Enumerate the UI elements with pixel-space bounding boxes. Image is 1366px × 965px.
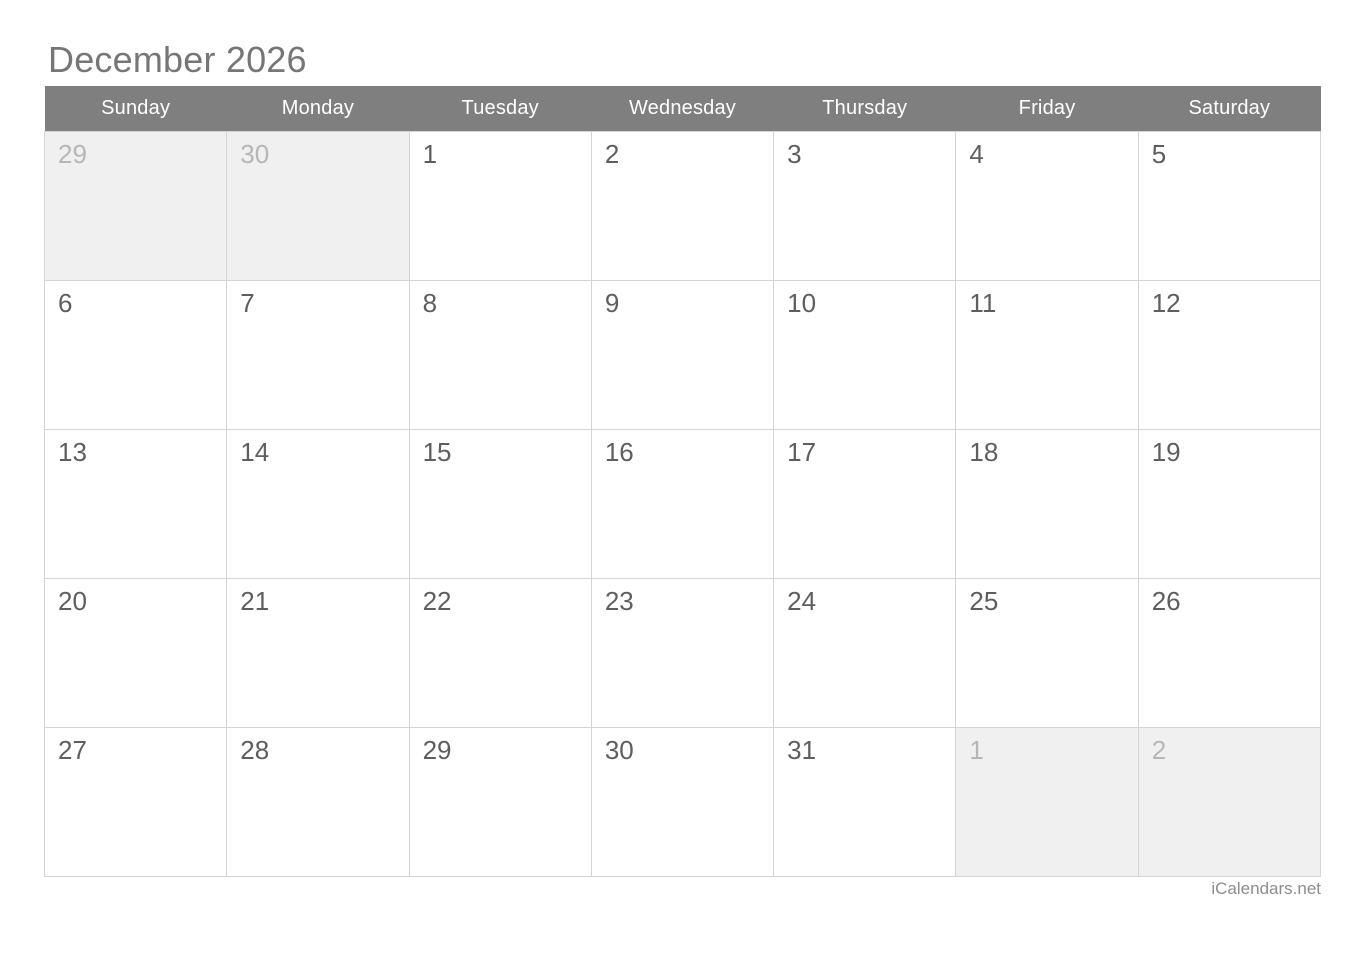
- day-number: 3: [787, 138, 802, 169]
- day-number: 9: [604, 287, 620, 318]
- calendar-day-cell[interactable]: 16: [590, 428, 775, 579]
- day-number: 28: [240, 734, 270, 765]
- calendar-day-cell[interactable]: 11: [955, 279, 1139, 430]
- calendar-day-cell[interactable]: 30: [590, 726, 775, 877]
- calendar-header-row: Sunday Monday Tuesday Wednesday Thursday…: [44, 86, 1321, 131]
- footer-credit: iCalendars.net: [1211, 879, 1321, 898]
- calendar-day-cell[interactable]: 5: [1137, 130, 1322, 281]
- calendar-day-cell[interactable]: 8: [408, 279, 592, 430]
- day-number: 19: [1151, 436, 1181, 467]
- calendar-day-cell[interactable]: 7: [226, 279, 410, 430]
- calendar-day-cell[interactable]: 14: [226, 428, 410, 579]
- calendar-day-cell[interactable]: 31: [773, 726, 957, 877]
- day-number: 4: [969, 138, 984, 169]
- calendar-day-cell[interactable]: 18: [955, 428, 1139, 579]
- calendar-day-cell[interactable]: 1: [955, 726, 1139, 877]
- calendar-day-cell[interactable]: 22: [408, 577, 592, 728]
- day-number: 2: [1151, 734, 1167, 765]
- calendar-day-cell[interactable]: 19: [1137, 428, 1322, 579]
- day-number: 29: [58, 138, 87, 169]
- calendar-day-cell[interactable]: 17: [773, 428, 957, 579]
- day-number: 1: [422, 138, 438, 169]
- calendar-day-cell[interactable]: 28: [226, 726, 410, 877]
- calendar-day-cell[interactable]: 1: [408, 130, 592, 281]
- calendar-day-cell[interactable]: 2: [590, 130, 775, 281]
- day-number: 7: [240, 287, 255, 318]
- calendar-day-cell[interactable]: 4: [955, 130, 1139, 281]
- day-number: 16: [604, 436, 634, 467]
- calendar-day-cell[interactable]: 15: [408, 428, 592, 579]
- calendar-day-cell[interactable]: 21: [226, 577, 410, 728]
- day-number: 25: [969, 585, 999, 616]
- day-number: 6: [58, 287, 73, 318]
- day-number: 24: [787, 585, 817, 616]
- weekday-header-row: Sunday Monday Tuesday Wednesday Thursday…: [44, 86, 1321, 131]
- weekday-header-thursday: Thursday: [773, 86, 956, 131]
- weekday-header-saturday: Saturday: [1138, 86, 1321, 131]
- calendar-day-cell[interactable]: 13: [43, 428, 228, 579]
- day-number: 23: [604, 585, 634, 616]
- calendar-week-row: 29 30 1 2 3 4 5: [43, 130, 1322, 281]
- day-number: 1: [969, 734, 984, 765]
- calendar-week-row: 20 21 22 23 24 25 26: [43, 577, 1322, 728]
- day-number: 31: [787, 734, 817, 765]
- calendar-body: 29 30 1 2 3 4 5 6 7 8 9 10 11 12 13 14 15 16 17 18 19 20 21 22 2…: [43, 130, 1322, 877]
- calendar-grid: Sunday Monday Tuesday Wednesday Thursday…: [43, 86, 1322, 877]
- day-number: 18: [969, 436, 999, 467]
- day-number: 14: [240, 436, 270, 467]
- calendar-day-cell[interactable]: 3: [773, 130, 957, 281]
- calendar-day-cell[interactable]: 12: [1137, 279, 1322, 430]
- calendar-day-cell[interactable]: 20: [43, 577, 228, 728]
- calendar-week-row: 13 14 15 16 17 18 19: [43, 428, 1322, 579]
- day-number: 10: [787, 287, 817, 318]
- calendar-table: Sunday Monday Tuesday Wednesday Thursday…: [43, 86, 1322, 877]
- day-number: 15: [422, 436, 452, 467]
- day-number: 20: [58, 585, 87, 616]
- calendar-week-row: 6 7 8 9 10 11 12: [43, 279, 1322, 430]
- day-number: 21: [240, 585, 270, 616]
- day-number: 13: [58, 436, 87, 467]
- day-number: 29: [422, 734, 452, 765]
- calendar-day-cell[interactable]: 23: [590, 577, 775, 728]
- calendar-week-row: 27 28 29 30 31 1 2: [43, 726, 1322, 877]
- weekday-header-tuesday: Tuesday: [409, 86, 592, 131]
- calendar-day-cell[interactable]: 9: [590, 279, 775, 430]
- day-number: 5: [1151, 138, 1167, 169]
- calendar-day-cell[interactable]: 2: [1137, 726, 1322, 877]
- day-number: 30: [604, 734, 634, 765]
- calendar-day-cell[interactable]: 29: [408, 726, 592, 877]
- calendar-day-cell[interactable]: 26: [1137, 577, 1322, 728]
- page-title: December 2026: [48, 39, 307, 80]
- calendar-day-cell[interactable]: 24: [773, 577, 957, 728]
- day-number: 2: [604, 138, 620, 169]
- calendar-day-cell[interactable]: 30: [226, 130, 410, 281]
- calendar-day-cell[interactable]: 6: [43, 279, 228, 430]
- day-number: 27: [58, 734, 87, 765]
- day-number: 22: [422, 585, 452, 616]
- day-number: 12: [1151, 287, 1181, 318]
- day-number: 8: [422, 287, 438, 318]
- calendar-day-cell[interactable]: 25: [955, 577, 1139, 728]
- calendar-day-cell[interactable]: 29: [43, 130, 228, 281]
- day-number: 11: [969, 287, 997, 318]
- weekday-header-wednesday: Wednesday: [591, 86, 774, 131]
- day-number: 26: [1151, 585, 1181, 616]
- calendar-day-cell[interactable]: 27: [43, 726, 228, 877]
- weekday-header-monday: Monday: [226, 86, 410, 131]
- calendar-page: December 2026 Sunday Monday Tuesday Wedn…: [0, 0, 1366, 965]
- day-number: 17: [787, 436, 817, 467]
- calendar-day-cell[interactable]: 10: [773, 279, 957, 430]
- day-number: 30: [240, 138, 270, 169]
- weekday-header-sunday: Sunday: [44, 86, 227, 131]
- weekday-header-friday: Friday: [955, 86, 1139, 131]
